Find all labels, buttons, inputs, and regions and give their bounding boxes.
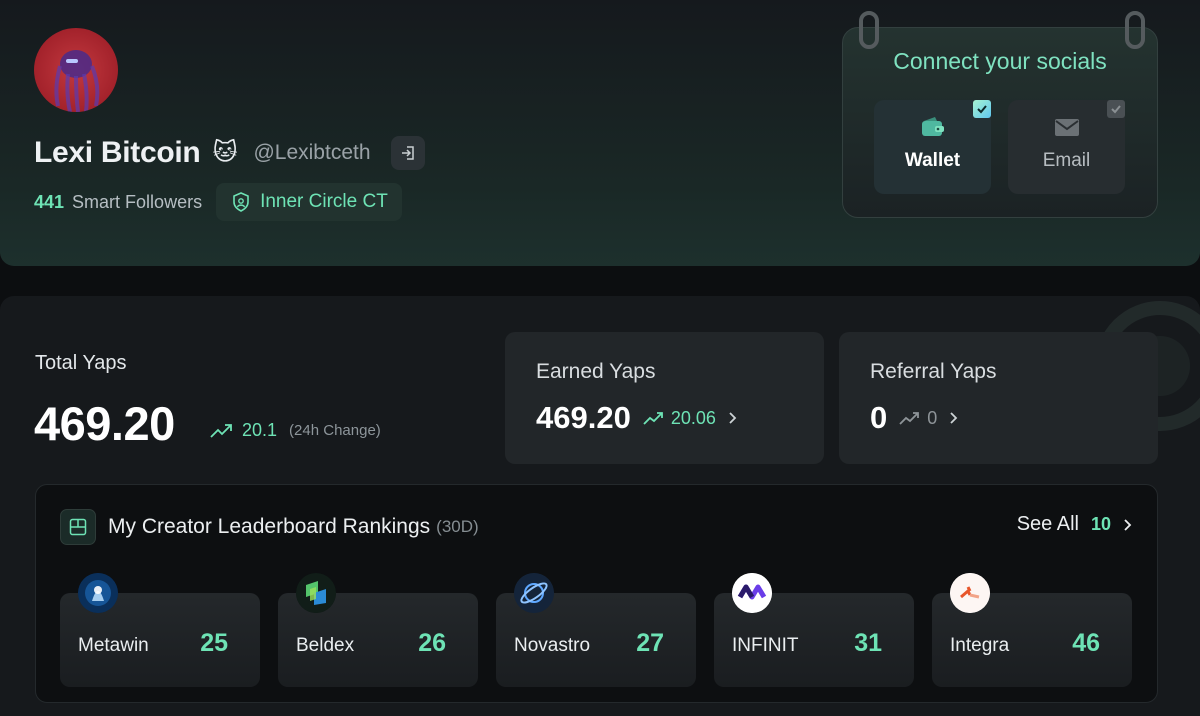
trend-up-icon — [899, 412, 920, 425]
ranking-position: 25 — [200, 629, 228, 657]
display-name: Lexi Bitcoin — [34, 136, 201, 169]
shield-icon — [233, 192, 249, 212]
integra-logo-icon — [950, 573, 990, 613]
total-yaps-label: Total Yaps — [35, 352, 127, 374]
see-all-count: 10 — [1090, 514, 1111, 534]
ranking-card-metawin[interactable]: Metawin 25 — [60, 573, 260, 687]
name-row: Lexi Bitcoin 🐱 @Lexibtceth — [34, 136, 425, 170]
leaderboard-title: My Creator Leaderboard Rankings — [108, 515, 431, 538]
earned-yaps-change: 20.06 — [643, 408, 716, 429]
ranking-card-infinit[interactable]: INFINIT 31 — [714, 573, 914, 687]
referral-change-value: 0 — [927, 407, 938, 428]
ranking-position: 26 — [418, 629, 446, 657]
referral-yaps-change: 0 — [899, 408, 937, 429]
check-icon — [973, 100, 991, 118]
inner-circle-label: Inner Circle CT — [260, 191, 388, 212]
cat-emoji-icon: 🐱 — [212, 139, 238, 166]
referral-yaps-label: Referral Yaps — [870, 360, 997, 383]
earned-change-value: 20.06 — [670, 407, 716, 428]
ranking-name: Beldex — [296, 635, 355, 656]
beldex-logo-icon — [296, 573, 336, 613]
profile-header: Lexi Bitcoin 🐱 @Lexibtceth 441 Smart Fol… — [0, 0, 1200, 266]
earned-yaps-card[interactable]: Earned Yaps 469.20 20.06 — [505, 332, 824, 464]
infinit-logo-icon — [732, 573, 772, 613]
change-period-note: (24h Change) — [289, 422, 381, 439]
leaderboard-header: My Creator Leaderboard Rankings (30D) — [60, 509, 479, 545]
connect-socials-card: Connect your socials Wallet Email — [842, 11, 1158, 218]
ranking-position: 31 — [854, 629, 882, 657]
smart-followers-count: 441 — [34, 191, 65, 212]
referral-yaps-value: 0 — [870, 400, 888, 435]
link-account-button[interactable] — [390, 136, 425, 170]
metawin-logo-icon — [78, 573, 118, 613]
chevron-right-icon[interactable] — [728, 411, 738, 425]
connect-socials-title: Connect your socials — [893, 48, 1107, 74]
referral-yaps-card[interactable]: Referral Yaps 0 0 — [839, 332, 1158, 464]
earned-yaps-value: 469.20 — [536, 400, 631, 435]
earned-yaps-row: 469.20 20.06 — [536, 400, 738, 436]
see-all-button[interactable]: See All 10 — [1017, 513, 1133, 536]
ranking-position: 27 — [636, 629, 664, 657]
avatar-image — [54, 50, 100, 112]
referral-yaps-row: 0 0 — [870, 400, 959, 436]
ranking-card-novastro[interactable]: Novastro 27 — [496, 573, 696, 687]
leaderboard-period: (30D) — [436, 517, 479, 536]
total-yaps-change: 20.1 (24h Change) — [210, 420, 381, 441]
ranking-card-beldex[interactable]: Beldex 26 — [278, 573, 478, 687]
wallet-connect-button[interactable]: Wallet — [874, 100, 991, 194]
avatar[interactable] — [34, 28, 118, 112]
inner-circle-badge[interactable]: Inner Circle CT — [216, 183, 402, 221]
binder-ring-icon — [1125, 11, 1145, 49]
email-label: Email — [1042, 150, 1091, 171]
smart-followers-label: Smart Followers — [72, 191, 203, 212]
ranking-name: Integra — [950, 635, 1010, 656]
user-handle[interactable]: @Lexibtceth — [253, 141, 370, 165]
wallet-icon — [921, 117, 944, 136]
email-connect-button[interactable]: Email — [1008, 100, 1125, 194]
ranking-name: Novastro — [514, 635, 591, 656]
ranking-name: Metawin — [78, 635, 149, 656]
total-change-value: 20.1 — [242, 420, 278, 440]
ranking-card-integra[interactable]: Integra 46 — [932, 573, 1132, 687]
chevron-right-icon[interactable] — [949, 411, 959, 425]
yaps-stats-panel: Total Yaps 469.20 20.1 (24h Change) Earn… — [0, 296, 1200, 716]
wallet-label: Wallet — [904, 150, 961, 171]
total-yaps-value: 469.20 — [34, 397, 175, 450]
check-icon — [1107, 100, 1125, 118]
trend-up-icon — [210, 423, 232, 438]
followers-row: 441 Smart Followers Inner Circle CT — [34, 183, 402, 221]
earned-yaps-label: Earned Yaps — [536, 360, 656, 383]
binder-ring-icon — [859, 11, 879, 49]
ranking-position: 46 — [1072, 629, 1100, 657]
ranking-name: INFINIT — [732, 635, 799, 656]
novastro-logo-icon — [514, 573, 554, 613]
login-icon — [401, 146, 414, 160]
mail-icon — [1054, 119, 1079, 136]
layout-grid-icon — [60, 509, 96, 545]
chevron-right-icon — [1124, 518, 1132, 531]
trend-up-icon — [643, 412, 663, 425]
see-all-label: See All — [1016, 513, 1079, 535]
creator-leaderboard-rankings: My Creator Leaderboard Rankings (30D) Se… — [35, 484, 1158, 703]
